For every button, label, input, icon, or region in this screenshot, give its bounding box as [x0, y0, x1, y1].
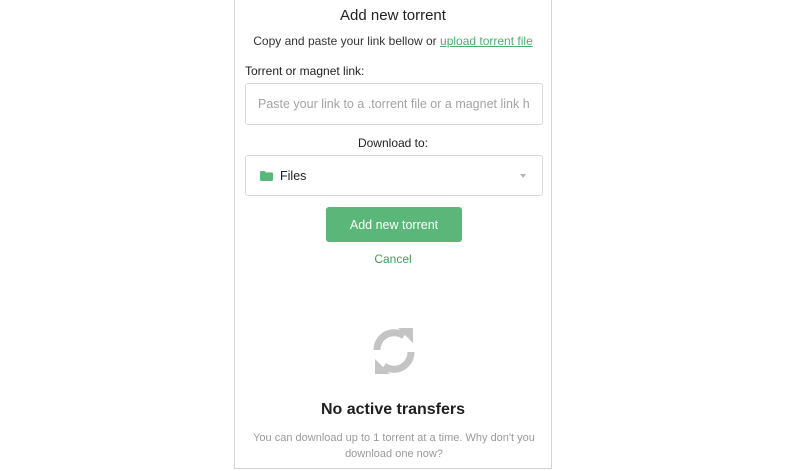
download-folder-value: Files — [280, 168, 307, 183]
folder-icon — [260, 170, 273, 181]
upload-torrent-file-link[interactable]: upload torrent file — [440, 34, 533, 48]
empty-state-title: No active transfers — [320, 401, 466, 418]
subtitle-text: Copy and paste your link bellow or — [253, 34, 441, 48]
empty-state-description: You can download up to 1 torrent at a ti… — [253, 432, 535, 460]
dialog-subtitle: Copy and paste your link bellow or uploa… — [235, 34, 551, 48]
cancel-button[interactable]: Cancel — [235, 252, 551, 266]
add-new-torrent-button[interactable]: Add new torrent — [326, 207, 462, 242]
download-to-label: Download to: — [357, 136, 429, 150]
chevron-down-icon — [520, 173, 526, 178]
link-field-label: Torrent or magnet link: — [245, 64, 365, 78]
add-torrent-panel: Add new torrent Copy and paste your link… — [234, 0, 552, 469]
torrent-link-input[interactable] — [245, 83, 543, 125]
sync-icon — [373, 328, 415, 374]
dialog-title: Add new torrent — [340, 7, 446, 24]
download-folder-select[interactable]: Files — [245, 155, 543, 196]
